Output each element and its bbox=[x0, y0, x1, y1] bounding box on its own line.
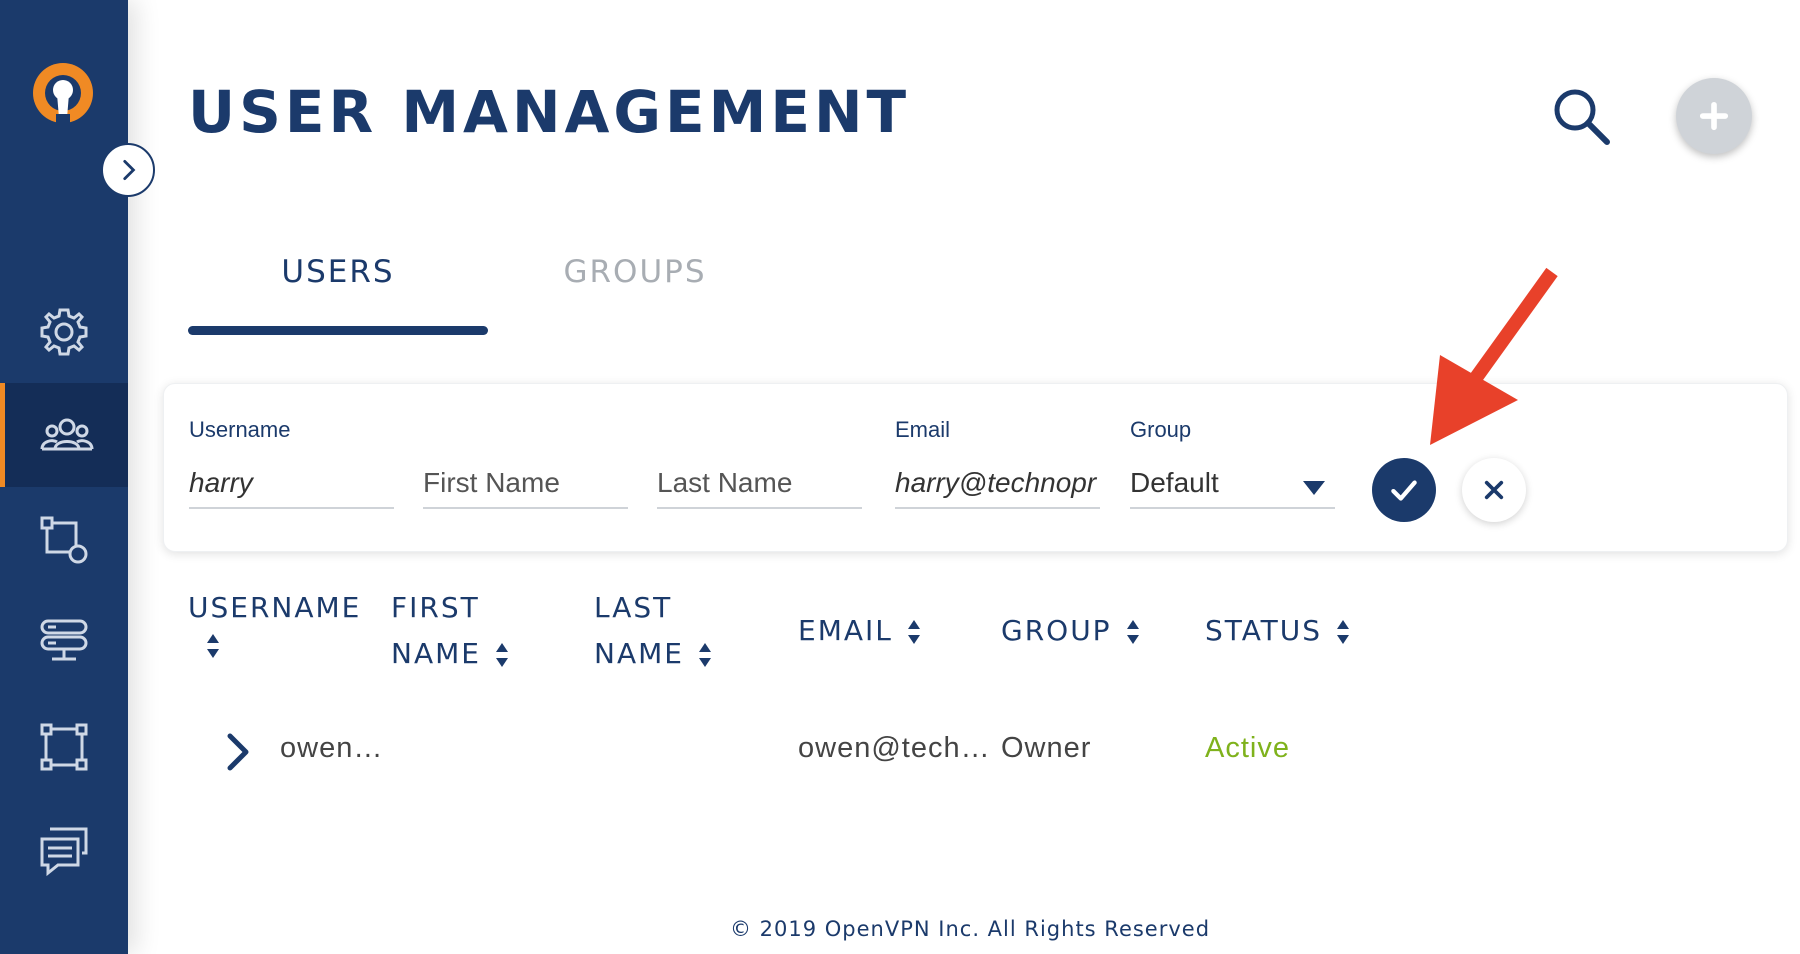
column-header-label: FIRST bbox=[391, 591, 480, 624]
sort-icon bbox=[698, 643, 711, 667]
chevron-right-icon bbox=[123, 159, 136, 181]
tab-users[interactable]: USERS bbox=[188, 254, 488, 290]
sidebar-expand-button[interactable] bbox=[101, 143, 155, 197]
cancel-add-user-button[interactable] bbox=[1462, 458, 1526, 522]
cell-username: owen… bbox=[280, 732, 384, 764]
tab-groups[interactable]: GROUPS bbox=[485, 254, 785, 290]
network-nodes-icon bbox=[40, 723, 88, 771]
sidebar-item-support[interactable] bbox=[0, 799, 128, 903]
cell-group: Owner bbox=[1001, 732, 1092, 764]
last-name-input[interactable] bbox=[657, 459, 862, 509]
sort-icon bbox=[1126, 620, 1139, 644]
sidebar bbox=[0, 0, 128, 954]
active-tab-indicator bbox=[188, 326, 488, 335]
column-header-username[interactable]: USERNAME bbox=[188, 585, 361, 659]
close-icon bbox=[1484, 480, 1504, 500]
search-icon bbox=[1554, 89, 1610, 145]
checkmark-icon bbox=[1391, 480, 1417, 501]
column-header-label: USERNAME bbox=[188, 591, 362, 624]
first-name-input[interactable] bbox=[423, 459, 628, 509]
cell-email: owen@tech… bbox=[798, 732, 991, 764]
servers-icon bbox=[40, 619, 88, 661]
transform-icon bbox=[40, 516, 88, 564]
column-header-label: LAST bbox=[594, 591, 673, 624]
group-selected-value: Default bbox=[1130, 467, 1219, 498]
gear-icon bbox=[40, 308, 88, 356]
column-header-first-name[interactable]: FIRST NAME bbox=[391, 585, 509, 677]
username-label: Username bbox=[189, 417, 291, 442]
sort-icon bbox=[1337, 620, 1350, 644]
sort-icon bbox=[207, 634, 219, 658]
sort-icon bbox=[907, 620, 920, 644]
column-header-status[interactable]: STATUS bbox=[1205, 608, 1350, 654]
username-input[interactable] bbox=[189, 459, 394, 509]
column-header-label: STATUS bbox=[1205, 614, 1323, 647]
plus-icon bbox=[1699, 101, 1729, 131]
column-header-label: EMAIL bbox=[798, 614, 893, 647]
footer-copyright: © 2019 OpenVPN Inc. All Rights Reserved bbox=[729, 917, 1211, 941]
email-label: Email bbox=[895, 417, 951, 442]
expand-row-chevron-icon[interactable] bbox=[220, 730, 256, 774]
confirm-add-user-button[interactable] bbox=[1372, 458, 1436, 522]
cell-status: Active bbox=[1205, 732, 1290, 764]
openvpn-logo-icon[interactable] bbox=[28, 60, 98, 130]
caret-down-icon bbox=[1303, 481, 1325, 495]
column-header-label: GROUP bbox=[1001, 614, 1112, 647]
chat-icon bbox=[40, 827, 88, 877]
column-header-last-name[interactable]: LAST NAME bbox=[594, 585, 712, 677]
column-header-label: NAME bbox=[391, 637, 481, 670]
sidebar-item-settings[interactable] bbox=[0, 280, 128, 384]
group-select[interactable]: Default bbox=[1130, 459, 1335, 509]
email-input[interactable] bbox=[895, 459, 1100, 509]
sidebar-item-configuration[interactable] bbox=[0, 488, 128, 592]
sort-icon bbox=[495, 643, 508, 667]
column-header-label: NAME bbox=[594, 637, 684, 670]
column-header-group[interactable]: GROUP bbox=[1001, 608, 1140, 654]
sidebar-item-users[interactable] bbox=[0, 383, 128, 487]
sidebar-item-network[interactable] bbox=[0, 695, 128, 799]
users-icon bbox=[40, 418, 93, 451]
column-header-email[interactable]: EMAIL bbox=[798, 608, 921, 654]
annotation-arrow-icon bbox=[1430, 267, 1558, 445]
sidebar-item-servers[interactable] bbox=[0, 591, 128, 695]
group-label: Group bbox=[1130, 417, 1192, 442]
search-button[interactable] bbox=[1545, 80, 1617, 152]
add-user-button[interactable] bbox=[1676, 78, 1752, 154]
page-title: USER MANAGEMENT bbox=[188, 78, 911, 146]
